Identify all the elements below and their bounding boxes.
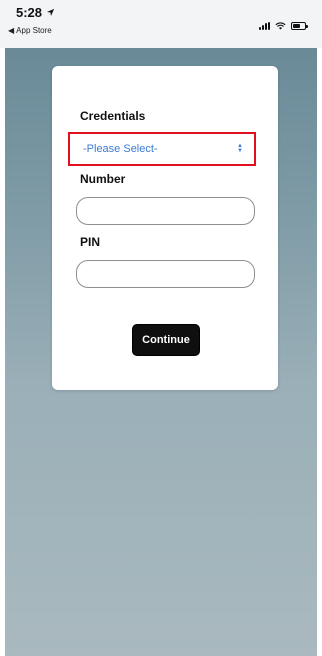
credentials-highlight-box: -Please Select- ▲ ▼ bbox=[68, 132, 256, 166]
status-time: 5:28 bbox=[16, 5, 43, 20]
credentials-select-value: -Please Select- bbox=[83, 143, 158, 155]
continue-button[interactable]: Continue bbox=[132, 324, 200, 356]
number-input[interactable] bbox=[76, 197, 255, 225]
status-bar: 5:28 ◀ App Store bbox=[0, 0, 322, 48]
pin-input[interactable] bbox=[76, 260, 255, 288]
credentials-select[interactable]: -Please Select- ▲ ▼ bbox=[73, 137, 251, 161]
signal-icon bbox=[259, 22, 270, 30]
location-arrow-icon bbox=[46, 8, 55, 17]
credentials-label: Credentials bbox=[80, 109, 146, 123]
pin-label: PIN bbox=[80, 235, 101, 249]
chevron-updown-icon: ▲ ▼ bbox=[237, 143, 243, 154]
battery-icon bbox=[291, 22, 308, 30]
status-indicators bbox=[259, 22, 308, 30]
number-label: Number bbox=[80, 172, 126, 186]
back-app-label: App Store bbox=[16, 26, 52, 35]
status-time-group: 5:28 bbox=[16, 5, 55, 20]
wifi-icon bbox=[275, 22, 286, 30]
back-to-app-store[interactable]: ◀ App Store bbox=[8, 26, 52, 35]
back-arrow-icon: ◀ bbox=[8, 26, 15, 35]
